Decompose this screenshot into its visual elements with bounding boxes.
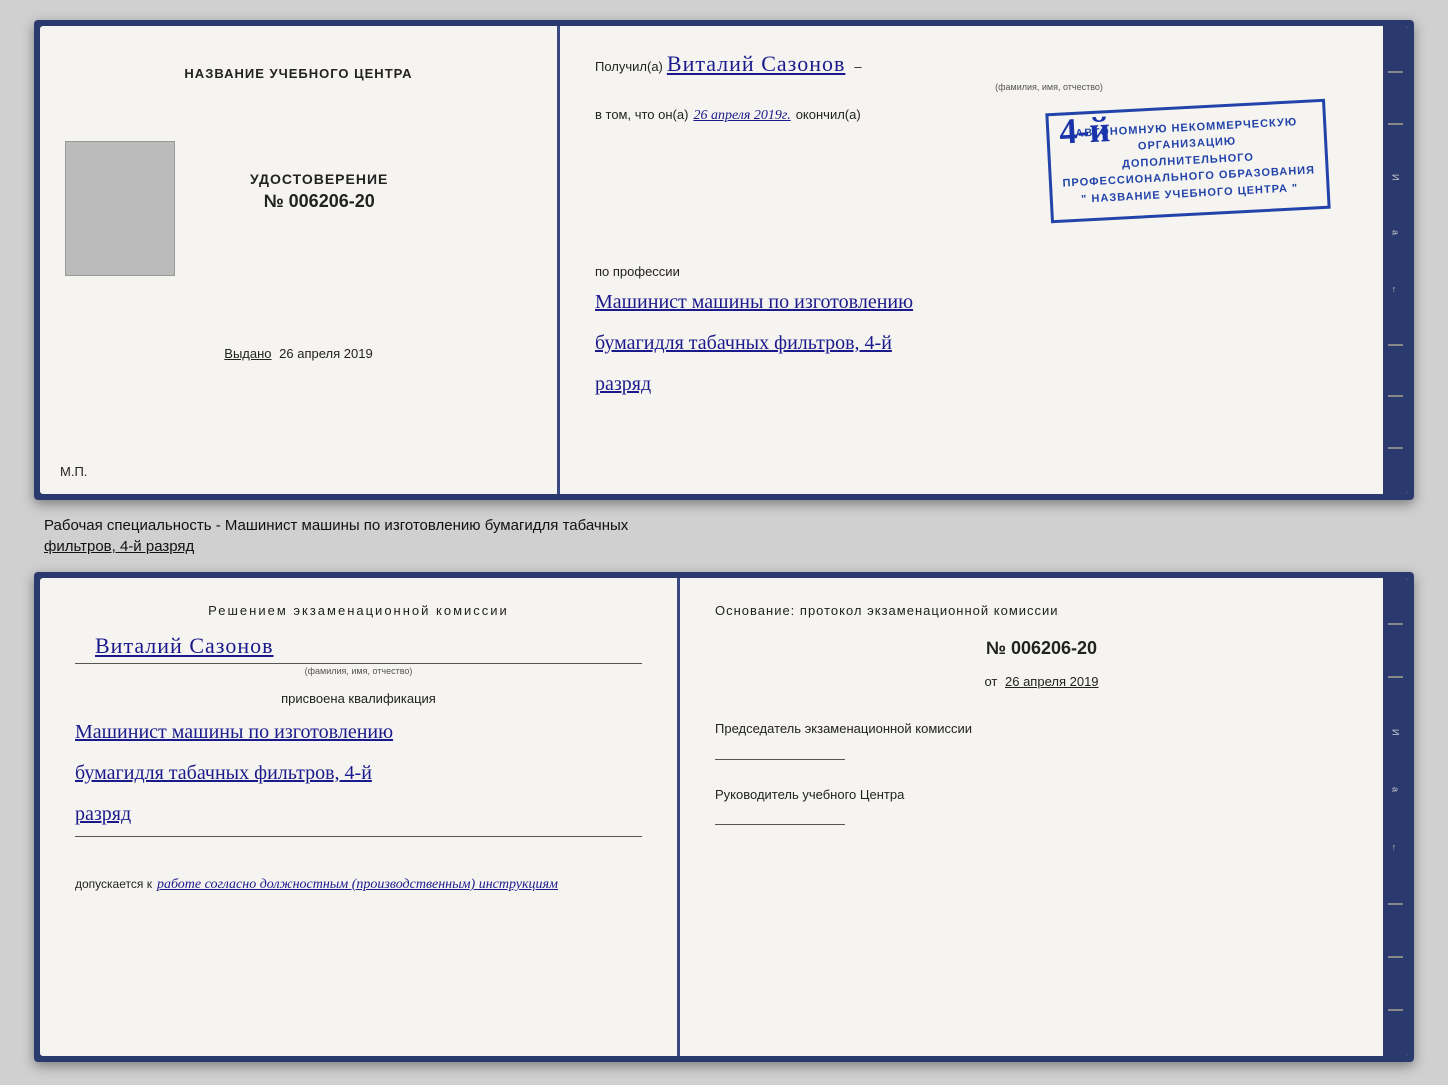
top-certificate-book: НАЗВАНИЕ УЧЕБНОГО ЦЕНТРА УДОСТОВЕРЕНИЕ №… [34, 20, 1414, 500]
top-right-page: Получил(а) Виталий Сазонов – (фамилия, и… [560, 26, 1408, 494]
rukovoditel-text: Руководитель учебного Центра [715, 785, 1368, 805]
edge-dash-b4 [1388, 956, 1403, 958]
predsedatel-text: Председатель экзаменационной комиссии [715, 719, 1368, 739]
edge-dash-1 [1388, 71, 1403, 73]
recipient-name-top: Виталий Сазонов [667, 51, 845, 77]
edge-dash-5 [1388, 447, 1403, 449]
edge-dash-b1 [1388, 623, 1403, 625]
photo-placeholder [65, 141, 175, 276]
right-edge-marks-top: И а ← [1383, 26, 1408, 494]
bottom-right-page: Основание: протокол экзаменационной коми… [680, 578, 1408, 1056]
qualification-separator [75, 836, 642, 837]
edge-dash-b3 [1388, 903, 1403, 905]
vydano-date: 26 апреля 2019 [279, 346, 373, 361]
edge-letter-i: И [1391, 174, 1401, 180]
edge-letter-b-ya: а [1391, 787, 1401, 792]
osnovanie-title: Основание: протокол экзаменационной коми… [715, 603, 1368, 618]
edge-dash-3 [1388, 344, 1403, 346]
caption-area: Рабочая специальность - Машинист машины … [34, 510, 1414, 562]
okonchil-label: окончил(а) [796, 107, 861, 122]
edge-letter-k: ← [1391, 285, 1401, 294]
vtom-date: 26 апреля 2019г. [693, 108, 790, 124]
poluchil-label: Получил(а) [595, 59, 663, 74]
qualification-line3: разряд [75, 796, 642, 832]
prisvoena-label: присвоена квалификация [75, 691, 642, 706]
ot-date: 26 апреля 2019 [1005, 674, 1099, 689]
edge-letter-b-i: И [1391, 729, 1401, 735]
profession-line1: Машинист машины по изготовлению [595, 284, 1373, 320]
stamp-box: 4-й АВТОНОМНУЮ НЕКОММЕРЧЕСКУЮ ОРГАНИЗАЦИ… [1045, 99, 1330, 224]
udostoverenie-number: № 006206-20 [250, 191, 388, 212]
qualification-line1: Машинист машины по изготовлению [75, 714, 642, 750]
edge-dash-b2 [1388, 676, 1403, 678]
top-left-page: НАЗВАНИЕ УЧЕБНОГО ЦЕНТРА УДОСТОВЕРЕНИЕ №… [40, 26, 560, 494]
ot-date-section: от 26 апреля 2019 [715, 674, 1368, 689]
vydano-label: Выдано [224, 346, 271, 361]
dopuskaetsya-value: работе согласно должностным (производств… [157, 877, 558, 893]
profession-line2: бумагидля табачных фильтров, 4-й [595, 325, 1373, 361]
edge-dash-b5 [1388, 1009, 1403, 1011]
mp-label: М.П. [60, 464, 87, 479]
vtom-prefix: в том, что он(а) [595, 107, 688, 122]
page-wrapper: НАЗВАНИЕ УЧЕБНОГО ЦЕНТРА УДОСТОВЕРЕНИЕ №… [0, 0, 1448, 1085]
fio-sublabel-bottom: (фамилия, имя, отчество) [75, 666, 642, 676]
edge-letter-ya: а [1391, 230, 1401, 235]
rukovoditel-signature-line [715, 824, 845, 825]
dopuskaetsya-section: допускается к работе согласно должностны… [75, 877, 642, 893]
edge-dash-4 [1388, 395, 1403, 397]
stamp-number: 4-й [1058, 108, 1111, 153]
vydano-section: Выдано 26 апреля 2019 [224, 346, 372, 361]
edge-letter-b-k: ← [1391, 843, 1401, 852]
caption-text-1: Рабочая специальность - Машинист машины … [44, 515, 1404, 536]
name-separator [75, 663, 642, 664]
protokol-number: № 006206-20 [715, 638, 1368, 659]
udostoverenie-title: УДОСТОВЕРЕНИЕ [250, 171, 388, 187]
bottom-certificate-book: Решением экзаменационной комиссии Витали… [34, 572, 1414, 1062]
qualification-line2: бумагидля табачных фильтров, 4-й [75, 755, 642, 791]
fio-sublabel-top: (фамилия, имя, отчество) [725, 82, 1373, 92]
dopuskaetsya-label: допускается к [75, 877, 152, 893]
ot-label: от [984, 674, 997, 689]
predsedatel-signature-line [715, 759, 845, 760]
poluchil-line: Получил(а) Виталий Сазонов – [595, 51, 1373, 77]
po-professii-label: по профессии [595, 264, 1373, 279]
profession-line3: разряд [595, 366, 1373, 402]
bottom-left-page: Решением экзаменационной комиссии Витали… [40, 578, 680, 1056]
recipient-name-bottom: Виталий Сазонов [95, 633, 642, 659]
resheniyem-title: Решением экзаменационной комиссии [75, 603, 642, 618]
caption-text-2: фильтров, 4-й разряд [44, 536, 1404, 557]
right-edge-marks-bottom: И а ← [1383, 578, 1408, 1056]
top-left-title: НАЗВАНИЕ УЧЕБНОГО ЦЕНТРА [184, 66, 412, 81]
edge-dash-2 [1388, 123, 1403, 125]
